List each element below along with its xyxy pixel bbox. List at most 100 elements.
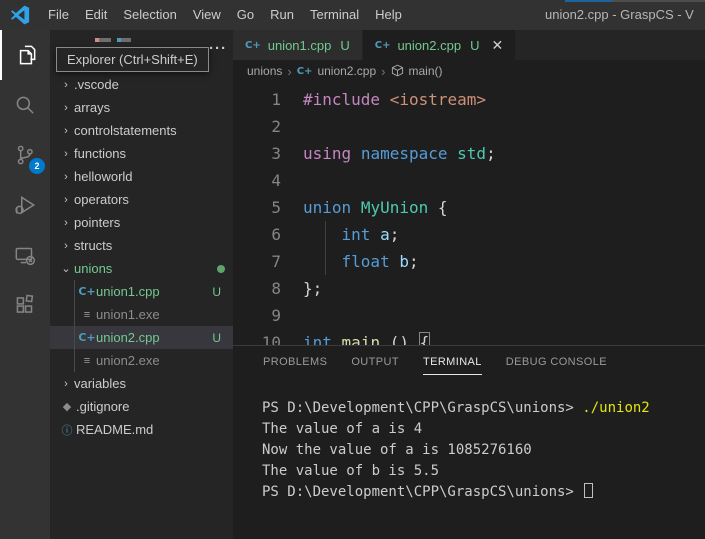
code-token: () bbox=[380, 333, 419, 345]
run-debug-icon bbox=[15, 196, 36, 215]
line-number: 4 bbox=[271, 171, 281, 190]
tree-row--vscode[interactable]: › .vscode bbox=[50, 73, 233, 96]
tab-union1-cpp[interactable]: C+ union1.cpp U bbox=[233, 30, 363, 60]
tree-row-README-md[interactable]: ⓘ README.md bbox=[50, 418, 233, 441]
explorer-sidebar: ··· Explorer (Ctrl+Shift+E) › .vscode › arr… bbox=[50, 30, 233, 539]
tree-item-label: union2.exe bbox=[96, 353, 160, 368]
menu-item-file[interactable]: File bbox=[40, 7, 77, 22]
line-number: 7 bbox=[271, 252, 281, 271]
tree-item-label: controlstatements bbox=[74, 123, 177, 138]
chevron-right-icon: › bbox=[64, 193, 68, 206]
more-actions-icon[interactable]: ··· bbox=[209, 40, 227, 57]
code-token: b bbox=[399, 252, 409, 271]
activity-item-source-control-icon[interactable]: 2 bbox=[0, 130, 50, 180]
vscode-logo-icon bbox=[10, 5, 30, 25]
breadcrumb-separator-icon: › bbox=[381, 63, 386, 79]
tree-row-union2-cpp[interactable]: C+ union2.cpp U bbox=[50, 326, 233, 349]
chevron-right-icon: › bbox=[64, 101, 68, 114]
tree-row-union1-cpp[interactable]: C+ union1.cpp U bbox=[50, 280, 233, 303]
activity-item-explorer-icon[interactable] bbox=[0, 30, 50, 80]
line-number: 3 bbox=[271, 144, 281, 163]
terminal-text: The value of b is 5.5 bbox=[262, 463, 440, 479]
tree-indent-guide bbox=[74, 349, 75, 372]
tree-row-pointers[interactable]: › pointers bbox=[50, 211, 233, 234]
panel-tab-debug-console[interactable]: DEBUG CONSOLE bbox=[506, 356, 607, 374]
menu-item-go[interactable]: Go bbox=[229, 7, 262, 22]
chevron-right-icon: › bbox=[64, 78, 68, 91]
menu-item-terminal[interactable]: Terminal bbox=[302, 7, 367, 22]
tab-git-badge: U bbox=[340, 37, 350, 53]
tree-indent-guide bbox=[74, 280, 75, 303]
tree-row-structs[interactable]: › structs bbox=[50, 234, 233, 257]
activity-item-remote-explorer-icon[interactable] bbox=[0, 230, 50, 280]
activity-item-extensions-icon[interactable] bbox=[0, 280, 50, 330]
breadcrumb-item[interactable]: union2.cpp bbox=[317, 64, 376, 78]
menu-item-selection[interactable]: Selection bbox=[115, 7, 184, 22]
terminal-text: The value of a is 4 bbox=[262, 421, 423, 437]
panel-tab-output[interactable]: OUTPUT bbox=[351, 356, 399, 374]
code-line: 6 int a; bbox=[233, 221, 705, 248]
code-token: <iostream> bbox=[389, 90, 487, 109]
line-number: 8 bbox=[271, 279, 281, 298]
tab-union2-cpp[interactable]: C+ union2.cpp U ✕ bbox=[362, 30, 517, 60]
code-line: 8}; bbox=[233, 275, 705, 302]
code-token: std bbox=[457, 144, 487, 163]
code-token: ; bbox=[389, 225, 400, 244]
tree-row-operators[interactable]: › operators bbox=[50, 188, 233, 211]
breadcrumb-item[interactable]: unions bbox=[247, 64, 282, 78]
menu-bar: File Edit Selection View Go Run Terminal Help bbox=[40, 0, 410, 30]
activity-item-search-icon[interactable] bbox=[0, 80, 50, 130]
line-number: 10 bbox=[261, 333, 281, 345]
breadcrumb-item[interactable]: main() bbox=[409, 64, 443, 78]
tree-item-label: structs bbox=[74, 238, 113, 253]
terminal-line: The value of b is 5.5 bbox=[262, 461, 705, 482]
menu-item-run[interactable]: Run bbox=[262, 7, 302, 22]
tree-row-union1-exe[interactable]: ≡ union1.exe bbox=[50, 303, 233, 326]
close-icon[interactable]: ✕ bbox=[491, 37, 503, 54]
title-bar: File Edit Selection View Go Run Terminal Help u… bbox=[0, 0, 705, 30]
tree-row-union2-exe[interactable]: ≡ union2.exe bbox=[50, 349, 233, 372]
tree-row-helloworld[interactable]: › helloworld bbox=[50, 165, 233, 188]
code-editor[interactable]: 1 #include <iostream> 2 3 using namespace st… bbox=[233, 82, 705, 345]
cpp-file-icon: C+ bbox=[78, 331, 96, 344]
terminal[interactable]: PS D:\Development\CPP\GraspCS\unions> ./… bbox=[233, 398, 705, 503]
code-token: main bbox=[341, 333, 381, 345]
breadcrumb[interactable]: unions › C+ union2.cpp › main() bbox=[233, 60, 705, 82]
terminal-text: PS D:\Development\CPP\GraspCS\unions> bbox=[262, 400, 583, 416]
tree-row-unions[interactable]: ⌄ unions bbox=[50, 257, 233, 280]
source-control-badge: 2 bbox=[29, 158, 45, 174]
tree-row-controlstatements[interactable]: › controlstatements bbox=[50, 119, 233, 142]
code-token: { bbox=[428, 198, 448, 217]
activity-item-run-debug-icon[interactable] bbox=[0, 180, 50, 230]
breadcrumb-separator-icon: › bbox=[287, 63, 292, 79]
code-token: ; bbox=[486, 144, 496, 163]
partial-icon bbox=[95, 38, 111, 42]
code-token: a bbox=[380, 225, 390, 244]
window-title: union2.cpp - GraspCS - V bbox=[545, 7, 694, 22]
tree-item-label: operators bbox=[74, 192, 129, 207]
menu-item-edit[interactable]: Edit bbox=[77, 7, 115, 22]
code-line-content: }; bbox=[303, 275, 322, 302]
terminal-cursor bbox=[584, 483, 594, 498]
tree-row-arrays[interactable]: › arrays bbox=[50, 96, 233, 119]
chevron-right-icon: › bbox=[64, 216, 68, 229]
tree-row-variables[interactable]: › variables bbox=[50, 372, 233, 395]
tree-row-functions[interactable]: › functions bbox=[50, 142, 233, 165]
code-line: 9 bbox=[233, 302, 705, 329]
terminal-text: Now the value of a is 1085276160 bbox=[262, 442, 532, 458]
partial-icon bbox=[117, 38, 131, 42]
menu-item-view[interactable]: View bbox=[185, 7, 229, 22]
exe-file-icon: ≡ bbox=[83, 308, 91, 321]
chevron-right-icon: › bbox=[64, 124, 68, 137]
cpp-file-icon: C+ bbox=[296, 65, 313, 77]
panel-tab-problems[interactable]: PROBLEMS bbox=[263, 356, 327, 374]
menu-item-help[interactable]: Help bbox=[367, 7, 410, 22]
tree-row--gitignore[interactable]: ◆ .gitignore bbox=[50, 395, 233, 418]
panel-tab-terminal[interactable]: TERMINAL bbox=[422, 356, 482, 375]
terminal-line: PS D:\Development\CPP\GraspCS\unions> ./… bbox=[262, 398, 705, 419]
code-token: int bbox=[303, 333, 332, 345]
line-number: 9 bbox=[271, 306, 281, 325]
code-line: 10 int main () { bbox=[233, 329, 705, 345]
